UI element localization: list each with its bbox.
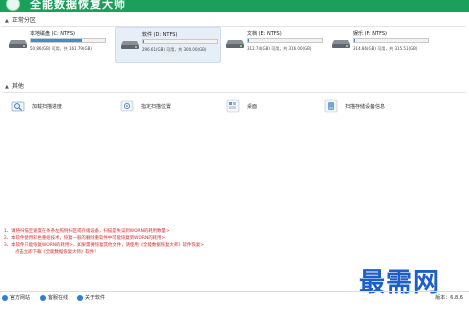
section-title: 其他 xyxy=(11,83,24,90)
collapse-arrow-icon[interactable]: ▲ xyxy=(5,18,9,24)
target-location-icon xyxy=(120,100,134,112)
link-label: 客服在线 xyxy=(48,295,69,301)
storage-scan-icon xyxy=(324,99,338,113)
drive-stats: 312.74(GB) 可用，共 316.00(GB) xyxy=(247,46,312,51)
note-line: 1、请将扫描至速度在条条左照例扫区或存储设备，扫描是失误到WORN的耗用数量> xyxy=(4,229,170,234)
version-label: 版本：6.8.6 xyxy=(435,295,463,301)
hard-disk-icon xyxy=(9,40,27,48)
tool-label: 指定扫描位置 xyxy=(141,104,172,110)
drive-label: 娱乐 (F: NTFS) xyxy=(353,31,388,37)
chat-icon xyxy=(40,294,46,301)
drive-tile-d[interactable]: 软件 (D: NTFS) 296.61(GB) 可用，共 300.00(GB) xyxy=(115,27,221,63)
link-label: 关于软件 xyxy=(85,295,106,301)
hard-disk-icon xyxy=(121,41,139,49)
customer-service-link[interactable]: 客服在线 xyxy=(40,294,68,303)
drive-tile-c[interactable]: 本地磁盘 (C: NTFS) 50.86(GB) 可用，共 161.79(GB) xyxy=(4,27,108,61)
section-header-other[interactable]: ▲ 其他 xyxy=(5,81,463,92)
hard-disk-icon xyxy=(226,40,244,48)
usage-fill xyxy=(143,40,144,43)
drive-stats: 50.86(GB) 可用，共 161.79(GB) xyxy=(30,46,92,51)
tool-desktop[interactable]: 桌面 xyxy=(226,99,306,113)
drive-label: 本地磁盘 (C: NTFS) xyxy=(30,31,76,37)
globe-icon xyxy=(2,294,8,301)
hard-disk-icon xyxy=(332,40,350,48)
tool-label: 扫描存储设备信息 xyxy=(345,104,386,110)
usage-fill xyxy=(31,39,83,42)
tool-scan-storage-device-info[interactable]: 扫描存储设备信息 xyxy=(324,99,444,113)
magnifier-load-icon xyxy=(11,101,25,112)
status-bar: 官方网站 客服在线 关于软件 版本：6.8.6 xyxy=(0,291,469,304)
drive-tile-e[interactable]: 文档 (E: NTFS) 312.74(GB) 可用，共 316.00(GB) xyxy=(221,27,325,61)
usage-bar xyxy=(353,38,429,43)
usage-fill xyxy=(354,39,355,42)
tool-load-scan-progress[interactable]: 加载扫描进度 xyxy=(11,99,111,113)
drive-tile-f[interactable]: 娱乐 (F: NTFS) 314.86(GB) 可用，共 315.51(GB) xyxy=(327,27,431,61)
notes-panel: 1、请将扫描至速度在条条左照例扫区或存储设备，扫描是失误到WORN的耗用数量> … xyxy=(4,228,424,256)
drive-stats: 296.61(GB) 可用，共 300.00(GB) xyxy=(142,47,207,52)
desktop-icon xyxy=(226,99,240,113)
tool-label: 桌面 xyxy=(247,104,258,110)
usage-fill xyxy=(248,39,249,42)
official-website-link[interactable]: 官方网站 xyxy=(2,294,30,303)
download-link[interactable]: 点击立即下载《全能数据恢复大师》软件！ xyxy=(4,249,424,256)
tool-label: 加载扫描进度 xyxy=(32,104,63,110)
link-label: 官方网站 xyxy=(10,295,31,301)
note-line: 2、本软件使用彩色重组技术，恢复一般的删除重软件中可能恢复到WORN的耗用> xyxy=(4,236,166,241)
info-icon xyxy=(77,294,83,301)
tool-specify-scan-location[interactable]: 指定扫描位置 xyxy=(120,99,220,113)
section-header-partitions[interactable]: ▲ 正常分区 xyxy=(5,15,463,26)
usage-bar xyxy=(247,38,323,43)
divider xyxy=(2,92,466,93)
drive-label: 文档 (E: NTFS) xyxy=(247,31,282,37)
usage-bar xyxy=(30,38,106,43)
drive-label: 软件 (D: NTFS) xyxy=(142,32,178,38)
app-logo-icon xyxy=(6,0,20,11)
drive-stats: 314.86(GB) 可用，共 315.51(GB) xyxy=(353,46,418,51)
note-line: 3、本软件只能恢复WORN的耗用>，如果需要恢复其他文件，请使用《全能数据恢复大… xyxy=(4,243,204,248)
app-title: 全能数据恢复大师 xyxy=(30,0,126,11)
title-bar: 全能数据恢复大师 xyxy=(0,0,469,12)
collapse-arrow-icon[interactable]: ▲ xyxy=(5,84,9,90)
section-title: 正常分区 xyxy=(11,17,36,24)
about-software-link[interactable]: 关于软件 xyxy=(77,294,105,303)
usage-bar xyxy=(142,39,218,44)
